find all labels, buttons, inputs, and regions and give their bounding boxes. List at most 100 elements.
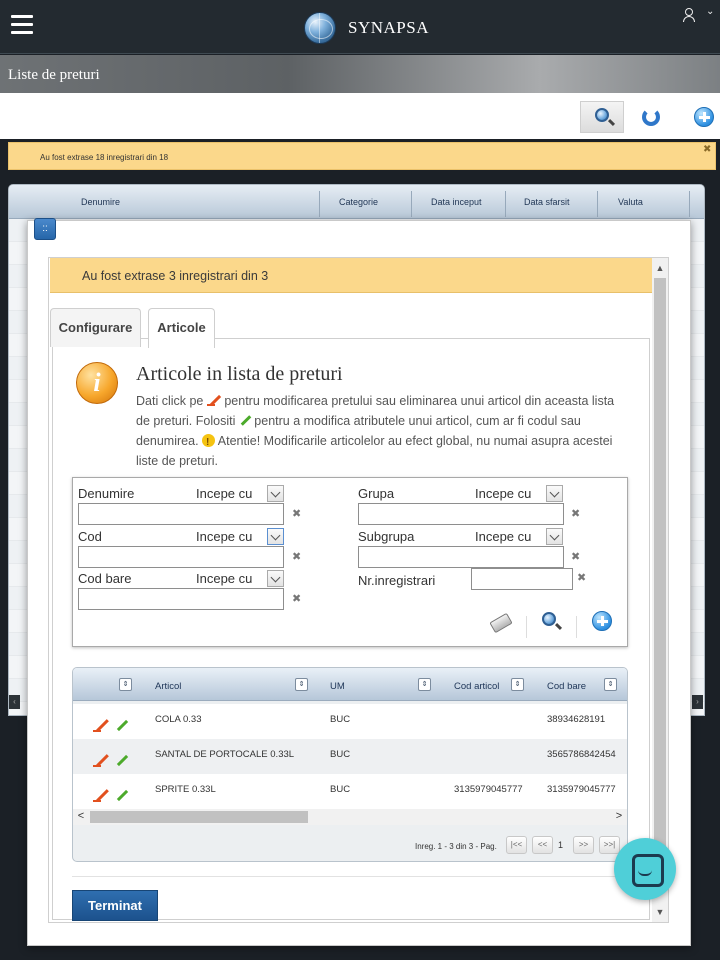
filter-mode-dropdown[interactable] xyxy=(267,570,284,587)
filter-label-nr-inregistrari: Nr.inregistrari xyxy=(358,573,436,588)
globe-logo-icon xyxy=(304,12,336,44)
scroll-thumb[interactable] xyxy=(654,278,666,878)
cod-bare-input[interactable] xyxy=(78,588,284,610)
articles-grid-header: ⇕ Articol ⇕ UM ⇕ Cod articol ⇕ Cod bare … xyxy=(73,668,627,701)
section-description: Dati click pe pentru modificarea pretulu… xyxy=(136,391,621,471)
horizontal-scrollbar[interactable]: < > xyxy=(73,809,627,825)
page-title-bar: Liste de preturi xyxy=(0,55,720,93)
cell-um: BUC xyxy=(330,784,351,795)
close-icon[interactable]: ✖ xyxy=(703,144,711,155)
edit-article-icon[interactable] xyxy=(115,753,129,767)
edit-attributes-icon xyxy=(239,414,251,426)
chevron-down-icon[interactable]: ⌄ xyxy=(706,6,714,17)
column-header-cod-bare[interactable]: Cod bare xyxy=(547,681,586,692)
column-header[interactable]: Denumire xyxy=(81,197,120,207)
add-article-button[interactable] xyxy=(586,606,618,638)
user-icon[interactable] xyxy=(681,8,695,22)
filter-label-subgrupa: Subgrupa xyxy=(358,529,415,544)
info-icon: i xyxy=(76,362,118,404)
brand-name: SYNAPSA xyxy=(348,18,429,37)
tab-articole[interactable]: Articole xyxy=(148,308,215,348)
articles-grid: ⇕ Articol ⇕ UM ⇕ Cod articol ⇕ Cod bare … xyxy=(72,667,628,862)
edit-price-icon[interactable] xyxy=(93,718,109,732)
column-header-articol[interactable]: Articol xyxy=(155,681,181,692)
refresh-button[interactable] xyxy=(630,101,674,133)
cell-articol: SPRITE 0.33L xyxy=(155,784,216,795)
page-title: Liste de preturi xyxy=(8,67,100,83)
filter-panel: Denumire Incepe cu ✖ Cod Incepe cu ✖ Cod… xyxy=(72,477,628,647)
filter-mode-cod[interactable]: Incepe cu xyxy=(196,529,252,544)
clear-icon[interactable]: ✖ xyxy=(292,507,301,520)
grupa-input[interactable] xyxy=(358,503,564,525)
subgrupa-input[interactable] xyxy=(358,546,564,568)
current-page: 1 xyxy=(558,840,564,850)
filter-mode-dropdown[interactable] xyxy=(546,528,563,545)
scroll-up-icon[interactable]: ▲ xyxy=(652,260,668,276)
filter-mode-dropdown[interactable] xyxy=(267,485,284,502)
sort-icon[interactable]: ⇕ xyxy=(418,678,431,691)
filter-mode-dropdown[interactable] xyxy=(267,528,284,545)
column-header[interactable]: Categorie xyxy=(339,197,378,207)
scroll-thumb[interactable] xyxy=(90,811,308,823)
search-button[interactable] xyxy=(580,101,624,133)
desc-text: Dati click pe xyxy=(136,394,207,408)
filter-mode-subgrupa[interactable]: Incepe cu xyxy=(475,529,531,544)
table-row[interactable]: COLA 0.33 BUC 38934628191 xyxy=(73,704,627,739)
sort-icon[interactable]: ⇕ xyxy=(604,678,617,691)
filter-label-grupa: Grupa xyxy=(358,486,395,501)
modal-info-message: Au fost extrase 3 inregistrari din 3 xyxy=(82,269,269,283)
sort-icon[interactable]: ⇕ xyxy=(295,678,308,691)
clear-icon[interactable]: ✖ xyxy=(571,507,580,520)
table-row[interactable]: SANTAL DE PORTOCALE 0.33L BUC 3565786842… xyxy=(73,739,627,774)
drag-handle-icon[interactable]: :: xyxy=(34,218,56,240)
clear-icon[interactable]: ✖ xyxy=(292,592,301,605)
filter-search-button[interactable] xyxy=(535,606,567,638)
filter-label-cod: Cod xyxy=(78,529,102,544)
edit-price-icon[interactable] xyxy=(93,753,109,767)
edit-article-icon[interactable] xyxy=(115,718,129,732)
column-header-cod-articol[interactable]: Cod articol xyxy=(454,681,499,692)
first-page-button[interactable]: |<< xyxy=(506,836,527,854)
add-button[interactable] xyxy=(682,101,720,133)
filter-mode-cod-bare[interactable]: Incepe cu xyxy=(196,571,252,586)
tab-configurare[interactable]: Configurare xyxy=(50,308,141,347)
nr-inregistrari-input[interactable] xyxy=(471,568,573,590)
scroll-left-icon[interactable]: < xyxy=(73,809,89,825)
cod-input[interactable] xyxy=(78,546,284,568)
filter-mode-dropdown[interactable] xyxy=(546,485,563,502)
next-page-button[interactable]: >> xyxy=(573,836,594,854)
chat-icon[interactable] xyxy=(614,838,676,900)
top-bar: SYNAPSA ⌄ xyxy=(0,0,720,54)
edit-article-icon[interactable] xyxy=(115,788,129,802)
sort-icon[interactable]: ⇕ xyxy=(511,678,524,691)
sort-icon[interactable]: ⇕ xyxy=(119,678,132,691)
column-header[interactable]: Data sfarsit xyxy=(524,197,570,207)
add-icon xyxy=(592,611,612,631)
scroll-right-icon[interactable]: > xyxy=(611,809,627,825)
hamburger-menu-icon[interactable] xyxy=(11,15,33,34)
grid-header: Denumire Categorie Data inceput Data sfa… xyxy=(9,185,704,219)
scroll-left-icon[interactable]: ‹ xyxy=(9,695,20,709)
clear-icon[interactable]: ✖ xyxy=(292,550,301,563)
column-header[interactable]: Data inceput xyxy=(431,197,482,207)
clear-filters-button[interactable] xyxy=(485,606,517,638)
last-page-button[interactable]: >>| xyxy=(599,836,620,854)
eraser-icon xyxy=(489,612,513,634)
scroll-right-icon[interactable]: › xyxy=(692,695,703,709)
column-header[interactable]: Valuta xyxy=(618,197,643,207)
cell-articol: SANTAL DE PORTOCALE 0.33L xyxy=(155,749,295,760)
clear-icon[interactable]: ✖ xyxy=(577,571,586,584)
column-header-um[interactable]: UM xyxy=(330,681,345,692)
done-button[interactable]: Terminat xyxy=(72,890,158,921)
table-row[interactable]: SPRITE 0.33L BUC 3135979045777 313597904… xyxy=(73,774,627,809)
modal-scrollbar[interactable]: ▲ ▼ xyxy=(652,257,669,923)
prev-page-button[interactable]: << xyxy=(532,836,553,854)
denumire-input[interactable] xyxy=(78,503,284,525)
divider xyxy=(72,876,628,877)
brand-logo[interactable]: SYNAPSA xyxy=(304,12,429,44)
edit-price-icon[interactable] xyxy=(93,788,109,802)
scroll-down-icon[interactable]: ▼ xyxy=(652,904,668,920)
filter-mode-denumire[interactable]: Incepe cu xyxy=(196,486,252,501)
filter-mode-grupa[interactable]: Incepe cu xyxy=(475,486,531,501)
clear-icon[interactable]: ✖ xyxy=(571,550,580,563)
